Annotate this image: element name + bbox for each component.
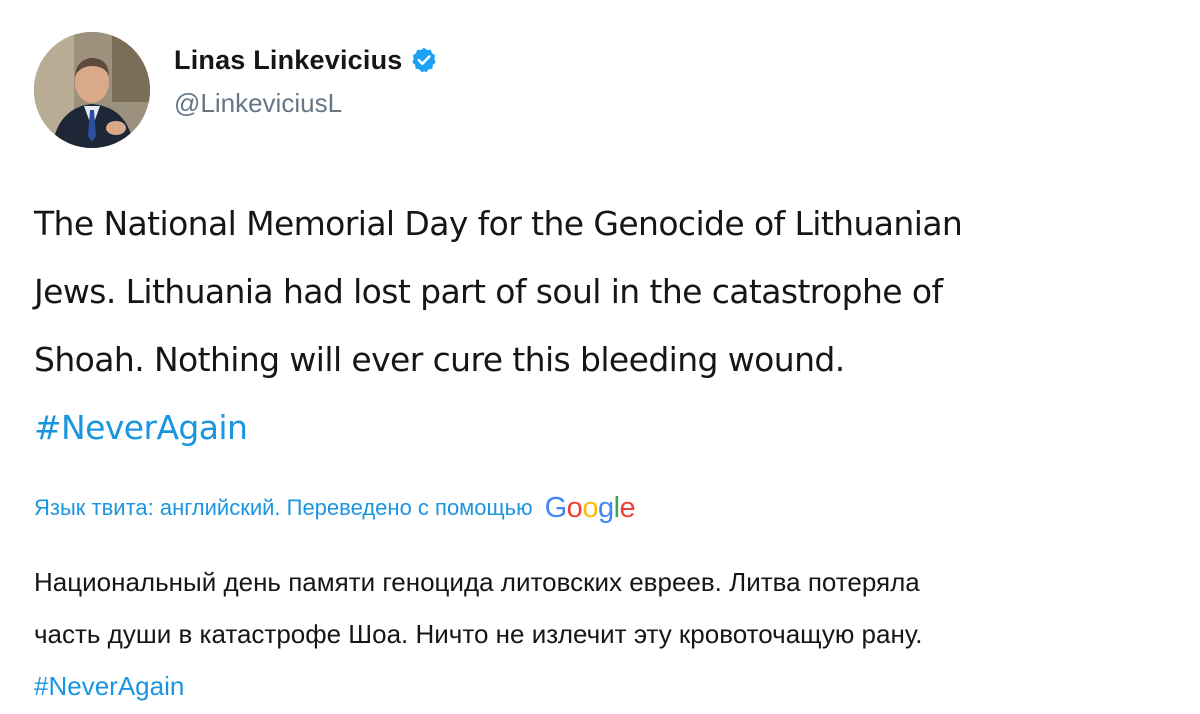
google-logo: Google [545, 492, 636, 525]
author-block: Linas Linkevicius @LinkeviciusL [174, 42, 438, 119]
google-logo-letter: G [544, 491, 568, 524]
google-logo-letter: g [597, 491, 614, 524]
translated-hashtag-link[interactable]: #NeverAgain [34, 671, 184, 701]
avatar-photo [34, 32, 150, 148]
tweet-text: The National Memorial Day for the Genoci… [34, 190, 1174, 462]
translation-note: Язык твита: английский. Переведено с пом… [34, 488, 636, 528]
tweet-line: Jews. Lithuania had lost part of soul in… [34, 272, 943, 311]
google-logo-letter: o [582, 491, 598, 524]
google-logo-letter: e [619, 491, 636, 524]
translated-line: часть души в катастрофе Шоа. Ничто не из… [34, 619, 923, 649]
tweet-header: Linas Linkevicius @LinkeviciusL [34, 32, 1174, 148]
tweet-line: Shoah. Nothing will ever cure this bleed… [34, 340, 845, 379]
tweet-line: The National Memorial Day for the Genoci… [34, 204, 963, 243]
google-logo-letter: o [566, 491, 583, 524]
translation-note-text[interactable]: Язык твита: английский. Переведено с пом… [34, 495, 533, 521]
translated-line: Национальный день памяти геноцида литовс… [34, 567, 920, 597]
author-display-name[interactable]: Linas Linkevicius [174, 45, 402, 76]
author-handle[interactable]: @LinkeviciusL [174, 88, 438, 119]
verified-badge-icon [410, 46, 438, 74]
translated-text: Национальный день памяти геноцида литовс… [34, 556, 1184, 712]
hashtag-link[interactable]: #NeverAgain [34, 408, 248, 447]
avatar[interactable] [34, 32, 150, 148]
